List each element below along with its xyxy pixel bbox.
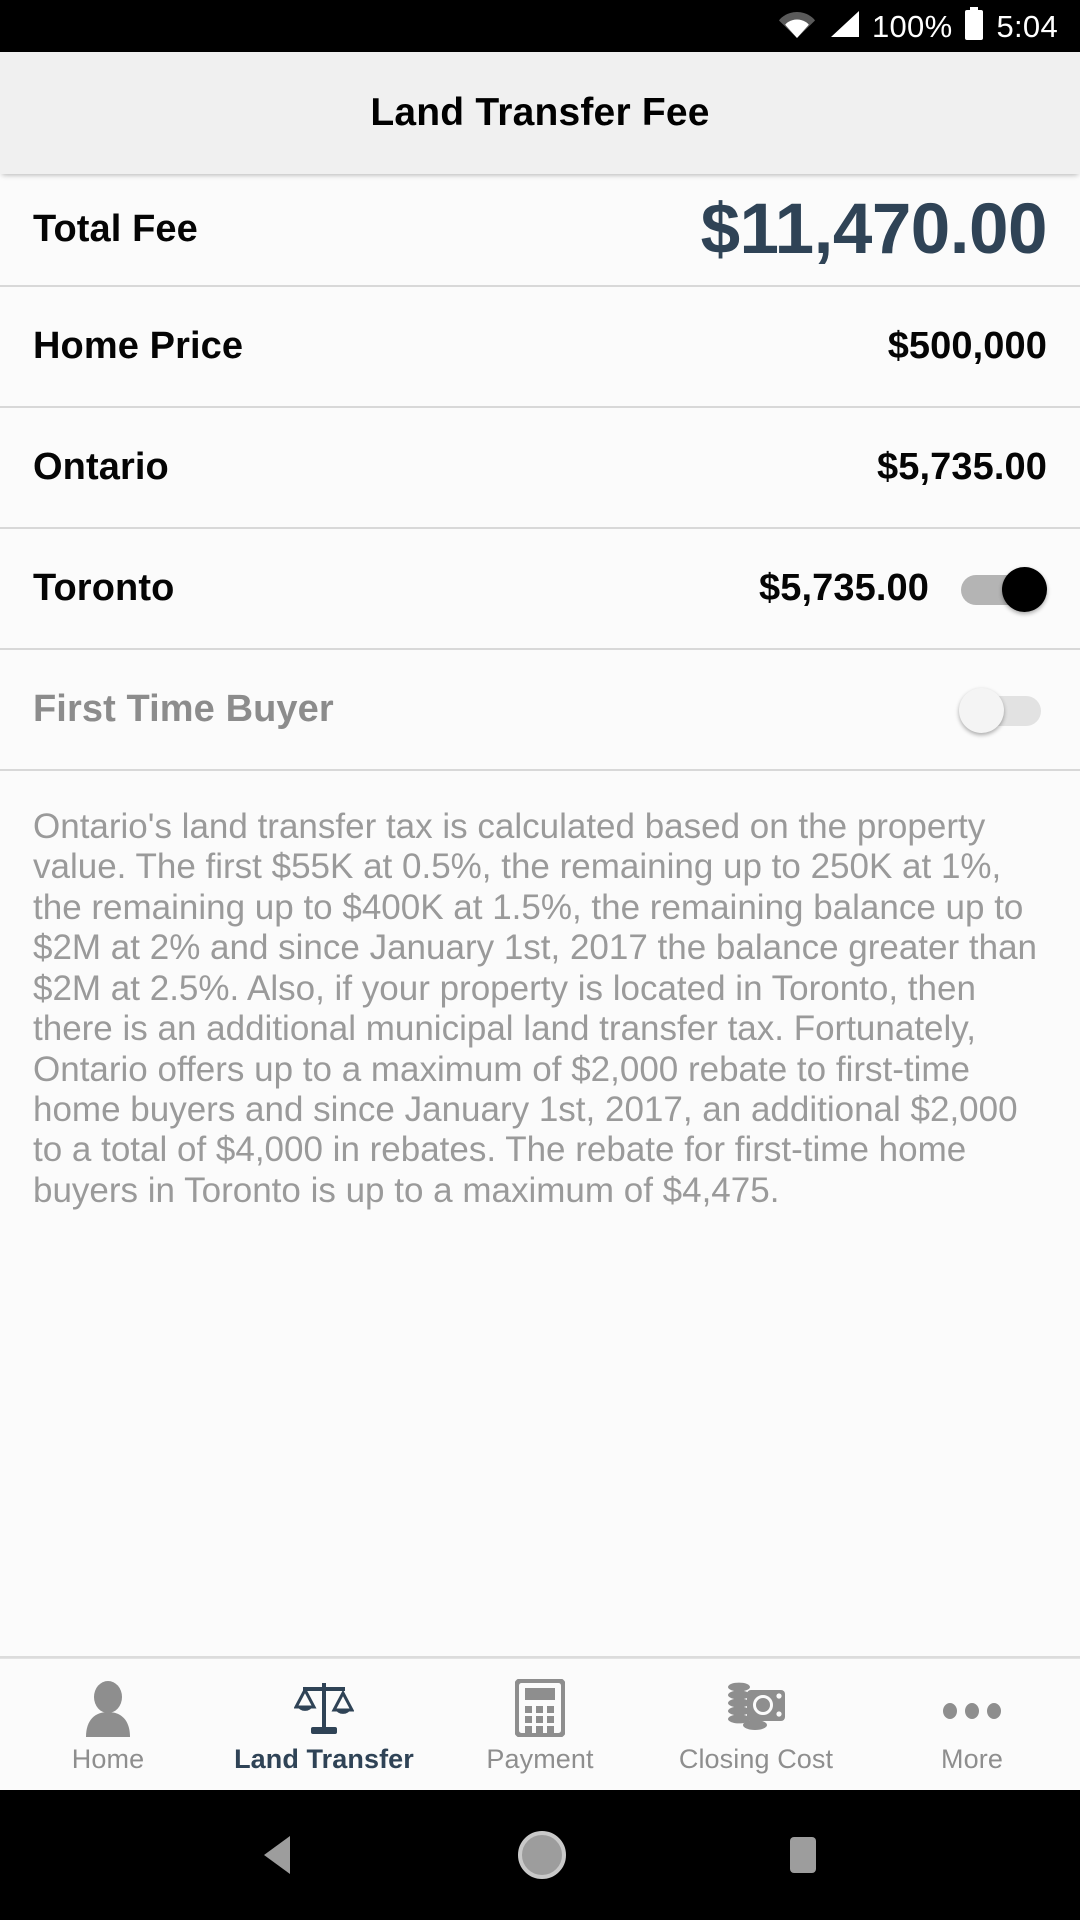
- row-total-fee: Total Fee $11,470.00: [0, 174, 1080, 287]
- back-triangle-icon[interactable]: [258, 1832, 300, 1878]
- status-bar: 100% 5:04: [0, 0, 1080, 52]
- app-bar: Land Transfer Fee: [0, 52, 1080, 174]
- tab-closing-cost[interactable]: Closing Cost: [648, 1659, 864, 1790]
- home-price-value[interactable]: $500,000: [888, 325, 1047, 368]
- ontario-value: $5,735.00: [877, 446, 1047, 488]
- toronto-label: Toronto: [33, 567, 175, 609]
- toggle-thumb: [1002, 566, 1047, 612]
- tab-home[interactable]: Home: [0, 1659, 216, 1790]
- ellipsis-icon: [937, 1681, 1007, 1737]
- tab-label: Closing Cost: [678, 1743, 834, 1774]
- tab-label: Home: [71, 1743, 145, 1774]
- phone-screen: 100% 5:04 Land Transfer Fee Total Fee $1…: [0, 0, 1080, 1920]
- scales-icon: [294, 1681, 354, 1737]
- row-toronto: Toronto $5,735.00: [0, 529, 1080, 650]
- recents-square-icon[interactable]: [784, 1834, 822, 1876]
- tab-label: Payment: [486, 1743, 594, 1774]
- calculator-icon: [515, 1678, 565, 1737]
- content-area: Total Fee $11,470.00 Home Price $500,000…: [0, 174, 1080, 1658]
- first-time-buyer-toggle[interactable]: [959, 687, 1047, 733]
- person-icon: [81, 1680, 135, 1737]
- home-circle-icon[interactable]: [516, 1829, 568, 1881]
- clock: 5:04: [996, 8, 1058, 44]
- battery-percentage: 100%: [871, 8, 953, 44]
- tab-more[interactable]: More: [864, 1659, 1080, 1790]
- row-first-time-buyer: First Time Buyer: [0, 650, 1080, 771]
- description-text: Ontario's land transfer tax is calculate…: [0, 771, 1080, 1658]
- row-home-price[interactable]: Home Price $500,000: [0, 287, 1080, 408]
- page-title: Land Transfer Fee: [370, 91, 710, 134]
- total-fee-label: Total Fee: [33, 208, 198, 250]
- tab-payment[interactable]: Payment: [432, 1659, 648, 1790]
- tab-land-transfer[interactable]: Land Transfer: [216, 1659, 432, 1790]
- cellular-signal-icon: [827, 9, 861, 44]
- money-icon: [725, 1681, 787, 1737]
- toronto-toggle[interactable]: [959, 566, 1047, 612]
- wifi-icon: [778, 9, 816, 44]
- bottom-tab-bar: Home Land Transfer Payment Closing Cost …: [0, 1658, 1080, 1790]
- total-fee-value: $11,470.00: [700, 190, 1048, 269]
- ontario-label: Ontario: [33, 446, 169, 488]
- first-time-buyer-label: First Time Buyer: [33, 688, 334, 730]
- toggle-thumb: [959, 687, 1004, 733]
- home-price-label: Home Price: [33, 325, 244, 367]
- toronto-value: $5,735.00: [759, 567, 929, 609]
- android-navigation-bar: [0, 1790, 1080, 1920]
- battery-full-icon: [963, 6, 985, 46]
- row-ontario: Ontario $5,735.00: [0, 408, 1080, 529]
- tab-label: Land Transfer: [234, 1743, 414, 1774]
- tab-label: More: [941, 1743, 1003, 1774]
